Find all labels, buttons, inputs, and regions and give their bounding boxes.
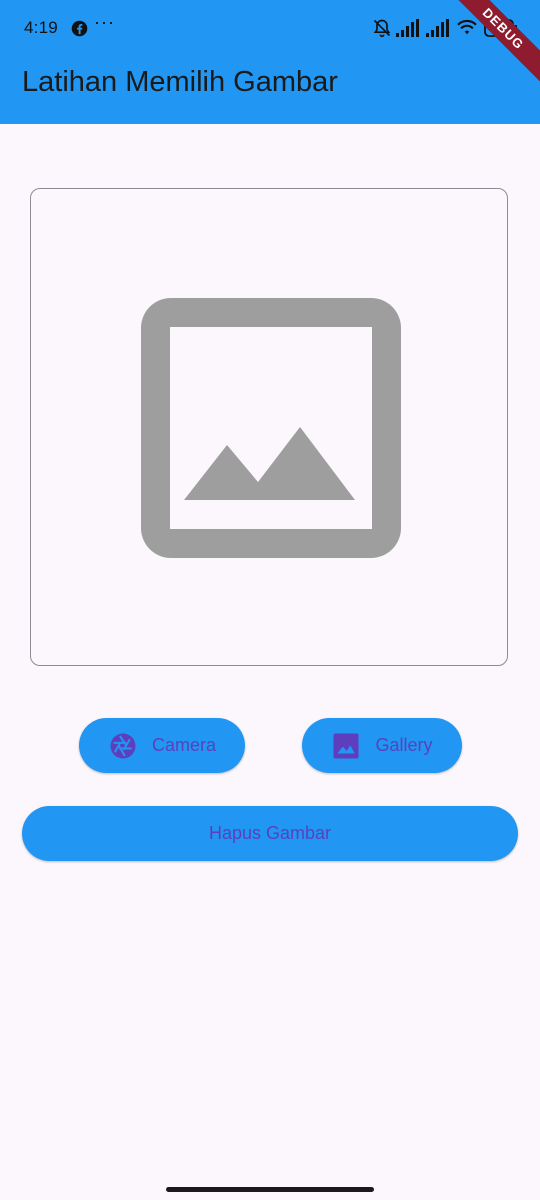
image-placeholder-icon: [141, 298, 401, 558]
delete-image-button-label: Hapus Gambar: [208, 823, 332, 843]
bell-off-icon: [373, 19, 391, 38]
home-indicator[interactable]: [166, 1187, 374, 1192]
page-title: Latihan Memilih Gambar: [22, 66, 338, 98]
camera-shutter-icon: [110, 733, 136, 758]
camera-button[interactable]: Camera: [79, 718, 245, 773]
image-preview-frame: [30, 188, 508, 666]
app-bar: 4:19 ··· DEBUG Latihan Memilih Gambar: [0, 0, 540, 124]
debug-banner: DEBUG: [442, 0, 540, 90]
wifi-icon: [457, 19, 477, 35]
image-icon: [333, 733, 359, 758]
status-time: 4:19: [24, 18, 58, 37]
status-bar: 4:19 ··· DEBUG: [0, 0, 540, 90]
signal-icon-2: [426, 19, 449, 37]
facebook-icon: [71, 20, 88, 37]
delete-image-button[interactable]: Hapus Gambar: [22, 806, 518, 861]
camera-button-label: Camera: [151, 735, 217, 755]
gallery-button[interactable]: Gallery: [302, 718, 462, 773]
signal-icon: [396, 19, 419, 37]
more-notifications-icon: ···: [94, 12, 115, 32]
gallery-button-label: Gallery: [375, 735, 433, 755]
